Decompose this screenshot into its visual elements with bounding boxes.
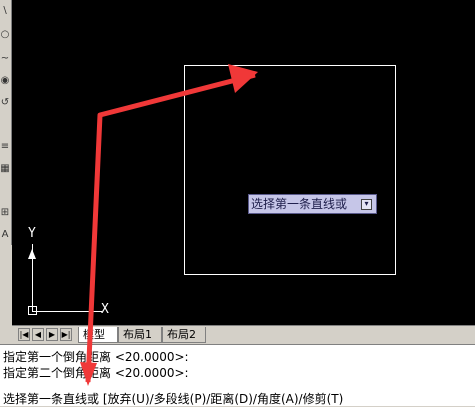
layout-tab-bar: |◀ ◀ ▶ ▶| 模型 布局1 布局2	[12, 325, 475, 344]
last-tab-button[interactable]: ▶|	[60, 328, 72, 341]
dropdown-icon[interactable]: ▾	[361, 199, 372, 210]
tab-layout1[interactable]: 布局1	[118, 327, 162, 343]
drawing-canvas[interactable]: Y X 选择第一条直线或 ▾	[12, 0, 475, 325]
tab-model[interactable]: 模型	[78, 327, 118, 343]
tab-layout2[interactable]: 布局2	[162, 327, 206, 343]
next-tab-button[interactable]: ▶	[46, 328, 58, 341]
table-tool-icon[interactable]: ⊞	[0, 206, 10, 220]
ucs-x-axis	[32, 311, 102, 312]
arc-tool-icon[interactable]: ↺	[0, 96, 10, 110]
command-history-line-2: 指定第二个倒角距离 <20.0000>:	[3, 366, 189, 380]
dynamic-input-tooltip: 选择第一条直线或 ▾	[248, 194, 377, 214]
line-tool-icon[interactable]: \	[0, 4, 10, 18]
command-history-line-1: 指定第一个倒角距离 <20.0000>:	[3, 350, 189, 364]
ellipse-tool-icon[interactable]: ◉	[0, 74, 10, 88]
drawn-rectangle[interactable]	[184, 65, 396, 275]
gradient-tool-icon[interactable]: ▦	[0, 162, 10, 176]
text-tool-icon[interactable]: A	[0, 228, 10, 242]
prev-tab-button[interactable]: ◀	[32, 328, 44, 341]
ucs-y-label: Y	[28, 226, 36, 241]
spline-tool-icon[interactable]: ~	[0, 52, 10, 66]
ucs-origin-box	[28, 306, 37, 315]
ucs-y-arrow-icon	[28, 249, 36, 259]
first-tab-button[interactable]: |◀	[18, 328, 30, 341]
command-window[interactable]: 指定第一个倒角距离 <20.0000>: 指定第二个倒角距离 <20.0000>…	[0, 344, 475, 406]
ucs-x-label: X	[101, 302, 109, 317]
left-toolbar: \ ○ ~ ◉ ↺ ≡ ▦ ⊞ A	[0, 0, 12, 245]
hatch-tool-icon[interactable]: ≡	[0, 140, 10, 154]
tooltip-text: 选择第一条直线或	[251, 197, 348, 211]
command-prompt-line[interactable]: 选择第一条直线或 [放弃(U)/多段线(P)/距离(D)/角度(A)/修剪(T)	[3, 390, 343, 407]
circle-tool-icon[interactable]: ○	[0, 28, 10, 42]
